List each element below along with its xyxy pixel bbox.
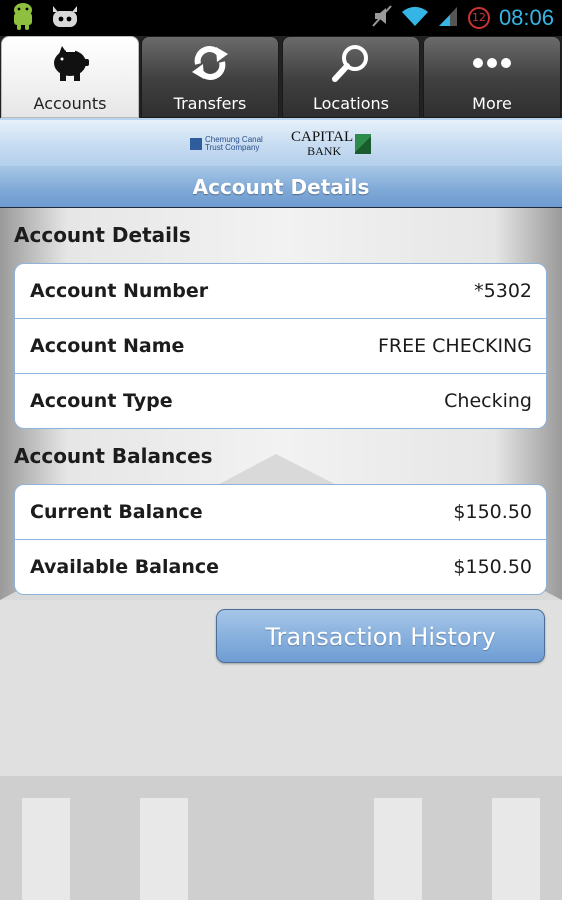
account-type-row: Account Type Checking: [15, 373, 546, 428]
row-label: Account Type: [30, 390, 173, 412]
capital-bank-logo-text: CAPITAL BANK: [291, 129, 354, 159]
transfer-arrows-icon: [190, 44, 230, 87]
tab-transfers[interactable]: Transfers: [141, 36, 279, 118]
title-bar: Account Details: [0, 166, 562, 208]
page-title: Account Details: [192, 175, 370, 199]
status-bar: 12 08:06: [0, 0, 562, 36]
tab-label: Transfers: [173, 94, 247, 113]
bank-logo: Chemung Canal Trust Company CAPITAL BANK: [190, 129, 372, 159]
tab-more[interactable]: More: [423, 36, 561, 118]
row-value: *5302: [474, 280, 532, 302]
available-balance-row: Available Balance $150.50: [15, 539, 546, 594]
account-balances-heading: Account Balances: [14, 444, 213, 468]
content-area: Account Details Account Number *5302 Acc…: [0, 208, 562, 900]
account-details-card: Account Number *5302 Account Name FREE C…: [14, 263, 547, 429]
tab-label: Accounts: [33, 94, 107, 113]
notification-count: 12: [471, 11, 486, 24]
chemung-logo-text: Chemung Canal Trust Company: [205, 136, 285, 152]
row-value: $150.50: [453, 556, 532, 578]
capital-bank-mark-icon: [355, 134, 372, 154]
account-number-row: Account Number *5302: [15, 264, 546, 318]
more-dots-icon: [472, 56, 512, 74]
row-value: FREE CHECKING: [377, 335, 532, 357]
mute-icon: [371, 4, 393, 33]
chemung-logo-icon: [190, 138, 202, 150]
bbm-icon: [50, 3, 80, 34]
signal-icon: [437, 5, 459, 32]
row-label: Account Name: [30, 335, 185, 357]
notification-badge-icon: 12: [467, 6, 491, 30]
bank-text: BANK: [307, 144, 342, 158]
account-name-row: Account Name FREE CHECKING: [15, 318, 546, 373]
tab-label: Locations: [312, 94, 389, 113]
clock: 08:06: [498, 5, 554, 30]
account-details-heading: Account Details: [14, 223, 191, 247]
capital-text: CAPITAL: [291, 129, 354, 145]
row-value: Checking: [444, 390, 532, 412]
chemung-line2: Trust Company: [205, 143, 260, 152]
row-label: Available Balance: [30, 556, 220, 578]
tab-locations[interactable]: Locations: [282, 36, 420, 118]
transaction-history-button[interactable]: Transaction History: [216, 609, 545, 663]
wifi-icon: [401, 5, 429, 32]
android-robot-icon: [10, 2, 36, 35]
logo-bar: Chemung Canal Trust Company CAPITAL BANK: [0, 118, 562, 166]
tab-label: More: [472, 94, 512, 113]
row-label: Current Balance: [30, 501, 203, 523]
current-balance-row: Current Balance $150.50: [15, 485, 546, 539]
search-icon: [331, 43, 371, 88]
row-label: Account Number: [30, 280, 209, 302]
transaction-history-label: Transaction History: [265, 623, 496, 651]
tab-bar: Accounts Transfers Locations More: [0, 36, 562, 118]
row-value: $150.50: [453, 501, 532, 523]
tab-accounts[interactable]: Accounts: [1, 36, 139, 118]
piggy-bank-icon: [50, 44, 90, 87]
account-balances-card: Current Balance $150.50 Available Balanc…: [14, 484, 547, 595]
